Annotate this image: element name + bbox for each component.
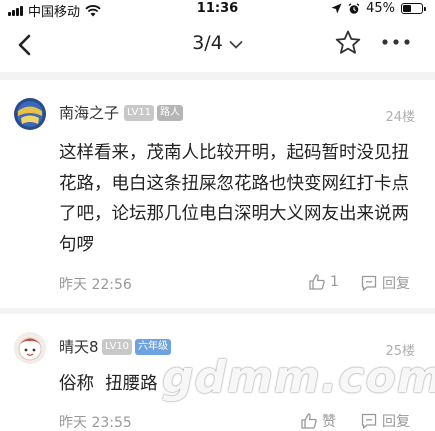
status-right: 45%: [331, 1, 426, 16]
post-time: 昨天 22:56: [59, 277, 132, 293]
username[interactable]: 南海之子: [59, 102, 119, 123]
alarm-icon: [348, 2, 360, 14]
like-button[interactable]: 1: [308, 273, 339, 291]
page-selector[interactable]: 3/4: [0, 32, 435, 55]
user-tag: 路人: [157, 105, 183, 121]
reply-icon: [361, 413, 377, 429]
battery-percent: 45%: [366, 1, 395, 16]
location-icon: [331, 3, 342, 14]
more-options-icon[interactable]: [378, 32, 414, 52]
level-badge: LV10: [102, 339, 133, 355]
reply-icon: [361, 275, 377, 291]
thumbs-up-icon: [309, 274, 325, 290]
avatar[interactable]: [14, 332, 46, 364]
post-content: 这样看来，茂南人比较开明，起码暂时没见扭花路，电白这条扭屎忽花路也快变网红打卡点…: [59, 143, 409, 255]
battery-icon: [401, 3, 426, 14]
watermark: gdmm.com: [162, 352, 435, 403]
like-label: 赞: [322, 414, 336, 430]
post-time: 昨天 23:55: [59, 415, 132, 431]
reply-label: 回复: [382, 414, 410, 430]
thumbs-up-icon: [301, 413, 317, 429]
username[interactable]: 晴天8: [59, 336, 99, 357]
like-button[interactable]: 赞: [300, 411, 336, 431]
battery-fill: [403, 5, 412, 12]
page-indicator: 3/4: [192, 32, 223, 54]
section-divider: [0, 72, 435, 80]
like-count: 1: [330, 274, 339, 290]
top-nav: 3/4: [0, 20, 435, 70]
level-badge: LV11: [124, 105, 155, 121]
floor-number: 24楼: [385, 110, 415, 125]
post-floor-24: 南海之子 LV11 路人 24楼 这样看来，茂南人比较开明，起码暂时没见扭花路，…: [0, 80, 435, 305]
avatar[interactable]: [14, 98, 46, 130]
status-bar: 中国移动 11:36 45%: [0, 0, 435, 20]
reply-label: 回复: [382, 276, 410, 292]
reply-button[interactable]: 回复: [360, 411, 410, 431]
chevron-down-icon: [229, 33, 243, 55]
reply-button[interactable]: 回复: [360, 273, 410, 293]
favorite-star-icon[interactable]: [334, 29, 362, 57]
